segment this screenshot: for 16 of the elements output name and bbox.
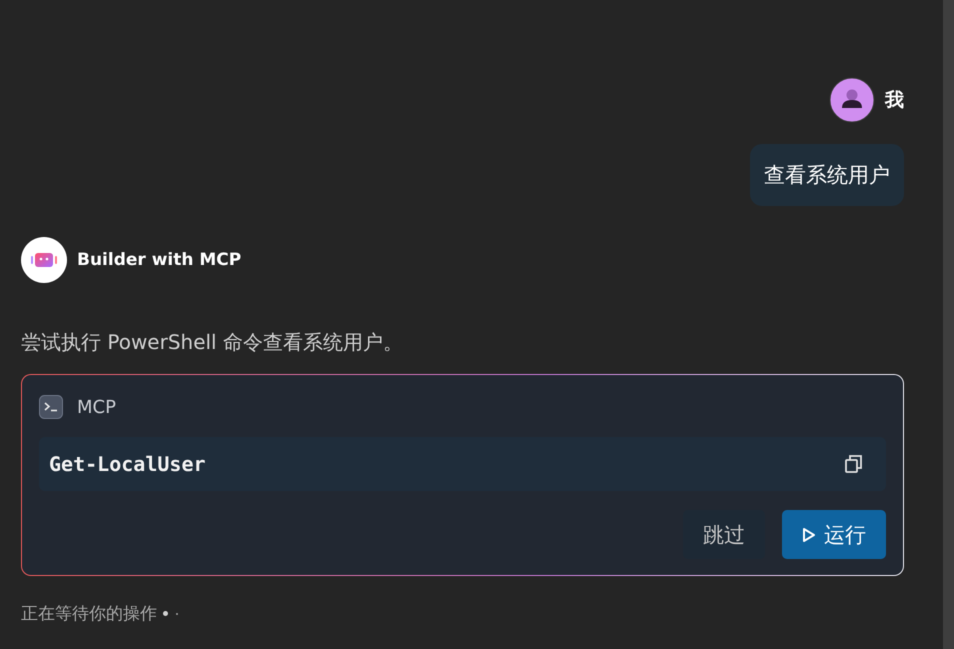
command-text: Get-LocalUser <box>49 452 206 476</box>
scrollbar[interactable] <box>943 0 954 649</box>
play-icon <box>802 526 816 542</box>
loading-dots-icon <box>163 611 178 616</box>
run-button[interactable]: 运行 <box>782 510 886 559</box>
bot-avatar-icon <box>21 237 67 283</box>
bot-name: Builder with MCP <box>77 250 242 270</box>
status-text: 正在等待你的操作 <box>21 603 157 625</box>
skip-button[interactable]: 跳过 <box>683 510 765 559</box>
terminal-icon <box>39 395 63 419</box>
assistant-message: 尝试执行 PowerShell 命令查看系统用户。 <box>21 329 404 356</box>
tool-name: MCP <box>77 396 116 418</box>
user-message: 查看系统用户 <box>750 144 904 206</box>
copy-icon[interactable] <box>844 454 864 474</box>
user-name: 我 <box>885 88 904 113</box>
user-avatar-icon <box>829 77 875 123</box>
